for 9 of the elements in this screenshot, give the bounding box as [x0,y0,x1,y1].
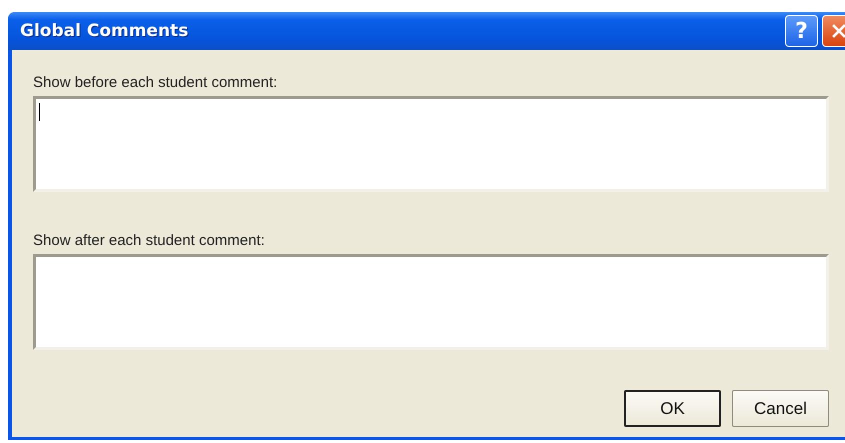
help-button[interactable]: ? [785,15,818,47]
text-area[interactable] [33,96,829,192]
cancel-button[interactable]: Cancel [732,390,829,427]
field-label: Show before each student comment: [33,74,278,93]
text-area[interactable] [33,254,829,350]
window-title: Global Comments [20,21,190,41]
ok-button[interactable]: OK [624,390,721,427]
field-label: Show after each student comment: [33,232,266,251]
close-icon [830,23,845,39]
